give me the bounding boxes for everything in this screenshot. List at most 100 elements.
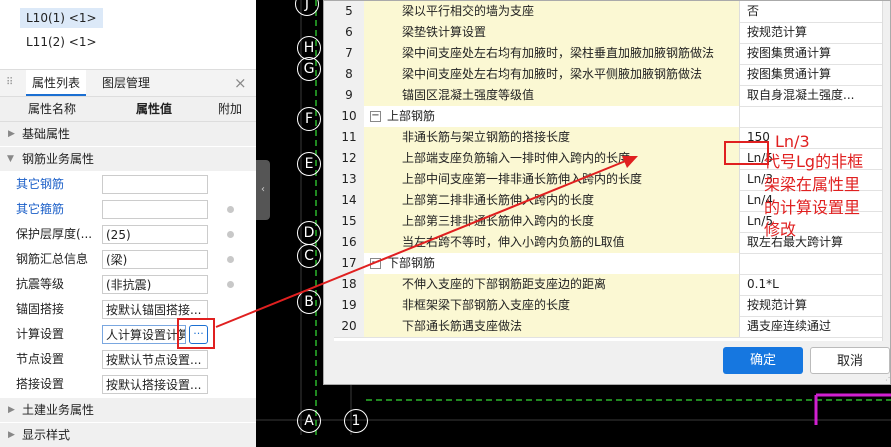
setting-value[interactable]: 按规范计算 <box>741 22 882 43</box>
prop-value-input[interactable]: 按默认节点设置... <box>102 350 208 369</box>
setting-value[interactable]: 遇支座连续通过 <box>741 316 882 337</box>
axis-label-c: C <box>297 244 321 268</box>
setting-name: 梁中间支座处左右均有加腋时，梁柱垂直加腋加腋钢筋做法 <box>364 43 740 64</box>
setting-value[interactable]: 按规范计算 <box>741 295 882 316</box>
section-header: − 下部钢筋 <box>364 253 740 274</box>
group-label: 显示样式 <box>22 428 71 442</box>
settings-table-row[interactable]: 5 梁以平行相交的墙为支座否 <box>334 1 882 23</box>
prop-row-summary: 钢筋汇总信息 (梁) <box>0 247 256 272</box>
settings-table-row[interactable]: 17− 下部钢筋 <box>334 253 882 275</box>
group-rebar-props[interactable]: ▼ 钢筋业务属性 <box>0 147 256 171</box>
tab-properties[interactable]: 属性列表 <box>26 70 87 96</box>
row-number: 9 <box>334 85 365 106</box>
attach-checkbox[interactable] <box>227 256 234 263</box>
prop-value-input[interactable]: 人计算设置计算 <box>102 325 186 344</box>
collapse-icon[interactable]: − <box>370 258 381 269</box>
section-label: 下部钢筋 <box>387 256 436 270</box>
setting-name: 下部通长筋遇支座做法 <box>364 316 740 337</box>
settings-table-row[interactable]: 18 不伸入支座的下部钢筋距支座边的距离 0.1*L <box>334 274 882 296</box>
prop-row-other-stirrup: 其它箍筋 <box>0 197 256 222</box>
col-extra-header: 附加 <box>218 102 243 116</box>
prop-value-input[interactable]: (25) <box>102 225 208 244</box>
group-civil-props[interactable]: ▶ 土建业务属性 <box>0 398 256 422</box>
setting-value[interactable]: 0.1*L <box>741 274 882 295</box>
settings-table-row[interactable]: 10− 上部钢筋 <box>334 106 882 128</box>
collapse-icon[interactable]: − <box>370 111 381 122</box>
col-name-header: 属性名称 <box>28 102 77 116</box>
prop-row-node: 节点设置 按默认节点设置... <box>0 347 256 372</box>
prop-value-input[interactable]: (非抗震) <box>102 275 208 294</box>
chevron-right-icon: ▶ <box>8 430 15 440</box>
panel-collapse-handle[interactable]: ‹ <box>256 160 270 220</box>
attach-checkbox[interactable] <box>227 231 234 238</box>
row-number: 17 <box>334 253 365 274</box>
prop-row-other-rebar: 其它钢筋 <box>0 172 256 197</box>
settings-table-row[interactable]: 6 梁垫铁计算设置 按规范计算 <box>334 22 882 44</box>
row-number: 18 <box>334 274 365 295</box>
prop-label: 其它箍筋 <box>16 202 65 216</box>
section-header: − 上部钢筋 <box>364 106 740 127</box>
row-number: 8 <box>334 64 365 85</box>
highlight-box-more-button <box>177 318 215 349</box>
attach-checkbox[interactable] <box>227 206 234 213</box>
setting-value[interactable]: 否 <box>741 1 882 22</box>
setting-value[interactable]: 按图集贯通计算 <box>741 64 882 85</box>
prop-value-input[interactable]: (梁) <box>102 250 208 269</box>
settings-table-row[interactable]: 16 当左右跨不等时，伸入小跨内负筋的L取值 取左右最大跨计算 <box>334 232 882 254</box>
setting-value[interactable]: 取自身混凝土强度... <box>741 85 882 106</box>
axis-label-e: E <box>297 152 321 176</box>
annotation-line-4: 的计算设置里 <box>764 198 861 217</box>
chevron-right-icon: ▶ <box>8 405 15 415</box>
group-display-props[interactable]: ▶ 显示样式 <box>0 423 256 447</box>
ok-button[interactable]: 确定 <box>723 347 803 374</box>
scroll-grip[interactable]: ⋰ <box>885 373 891 383</box>
setting-value[interactable]: 取左右最大跨计算 <box>741 232 882 253</box>
settings-table-row[interactable]: 9 锚固区混凝土强度等级值 取自身混凝土强度... <box>334 85 882 107</box>
left-panel: L10(1) <1> L11(2) <1> ⠿ 属性列表 图层管理 × 属性名称… <box>0 0 256 447</box>
prop-row-lap: 搭接设置 按默认搭接设置... <box>0 372 256 397</box>
settings-table-row[interactable]: 20 下部通长筋遇支座做法 遇支座连续通过 <box>334 316 882 338</box>
chevron-down-icon: ▼ <box>7 154 14 164</box>
setting-name: 上部第三排非通长筋伸入跨内的长度 <box>364 211 740 232</box>
prop-value-input[interactable] <box>102 200 208 219</box>
group-label: 土建业务属性 <box>22 403 95 417</box>
settings-table-row[interactable]: 8 梁中间支座处左右均有加腋时，梁水平侧腋加腋钢筋做法 按图集贯通计算 <box>334 64 882 86</box>
setting-value[interactable]: 按图集贯通计算 <box>741 43 882 64</box>
annotation-line-2: 代号Lg的非框 <box>764 152 864 171</box>
group-basic-props[interactable]: ▶ 基础属性 <box>0 122 256 146</box>
drag-handle-icon[interactable]: ⠿ <box>6 76 13 90</box>
setting-value[interactable] <box>741 253 882 274</box>
col-value-header: 属性值 <box>136 102 173 116</box>
prop-label: 计算设置 <box>16 327 65 341</box>
cancel-button[interactable]: 取消 <box>810 347 890 374</box>
prop-value-input[interactable]: 按默认锚固搭接... <box>102 300 208 319</box>
setting-value[interactable] <box>741 106 882 127</box>
tab-layers[interactable]: 图层管理 <box>96 70 156 96</box>
section-label: 上部钢筋 <box>387 109 436 123</box>
settings-table-row[interactable]: 7 梁中间支座处左右均有加腋时，梁柱垂直加腋加腋钢筋做法 按图集贯通计算 <box>334 43 882 65</box>
axis-label-a: A <box>297 409 321 433</box>
setting-name: 上部端支座负筋输入一排时伸入跨内的长度 <box>364 148 740 169</box>
prop-value-input[interactable] <box>102 175 208 194</box>
axis-label-b: B <box>297 290 321 314</box>
prop-label: 钢筋汇总信息 <box>16 252 89 266</box>
prop-value-input[interactable]: 按默认搭接设置... <box>102 375 208 394</box>
prop-row-seismic: 抗震等级 (非抗震) <box>0 272 256 297</box>
floor-item-l11[interactable]: L11(2) <1> <box>20 32 103 52</box>
group-label: 基础属性 <box>22 127 71 141</box>
close-icon[interactable]: × <box>228 70 253 96</box>
attach-checkbox[interactable] <box>227 281 234 288</box>
setting-name: 非框架梁下部钢筋入支座的长度 <box>364 295 740 316</box>
row-number: 10 <box>334 106 365 127</box>
floor-item-l10[interactable]: L10(1) <1> <box>20 8 103 28</box>
annotation-line-1: Ln/3 <box>775 132 810 151</box>
setting-name: 当左右跨不等时，伸入小跨内负筋的L取值 <box>364 232 740 253</box>
row-number: 15 <box>334 211 365 232</box>
row-number: 13 <box>334 169 365 190</box>
row-number: 16 <box>334 232 365 253</box>
setting-name: 梁中间支座处左右均有加腋时，梁水平侧腋加腋钢筋做法 <box>364 64 740 85</box>
setting-name: 不伸入支座的下部钢筋距支座边的距离 <box>364 274 740 295</box>
annotation-line-5: 修改 <box>764 220 797 239</box>
settings-table-row[interactable]: 19 非框架梁下部钢筋入支座的长度 按规范计算 <box>334 295 882 317</box>
setting-name: 梁以平行相交的墙为支座 <box>364 1 740 22</box>
